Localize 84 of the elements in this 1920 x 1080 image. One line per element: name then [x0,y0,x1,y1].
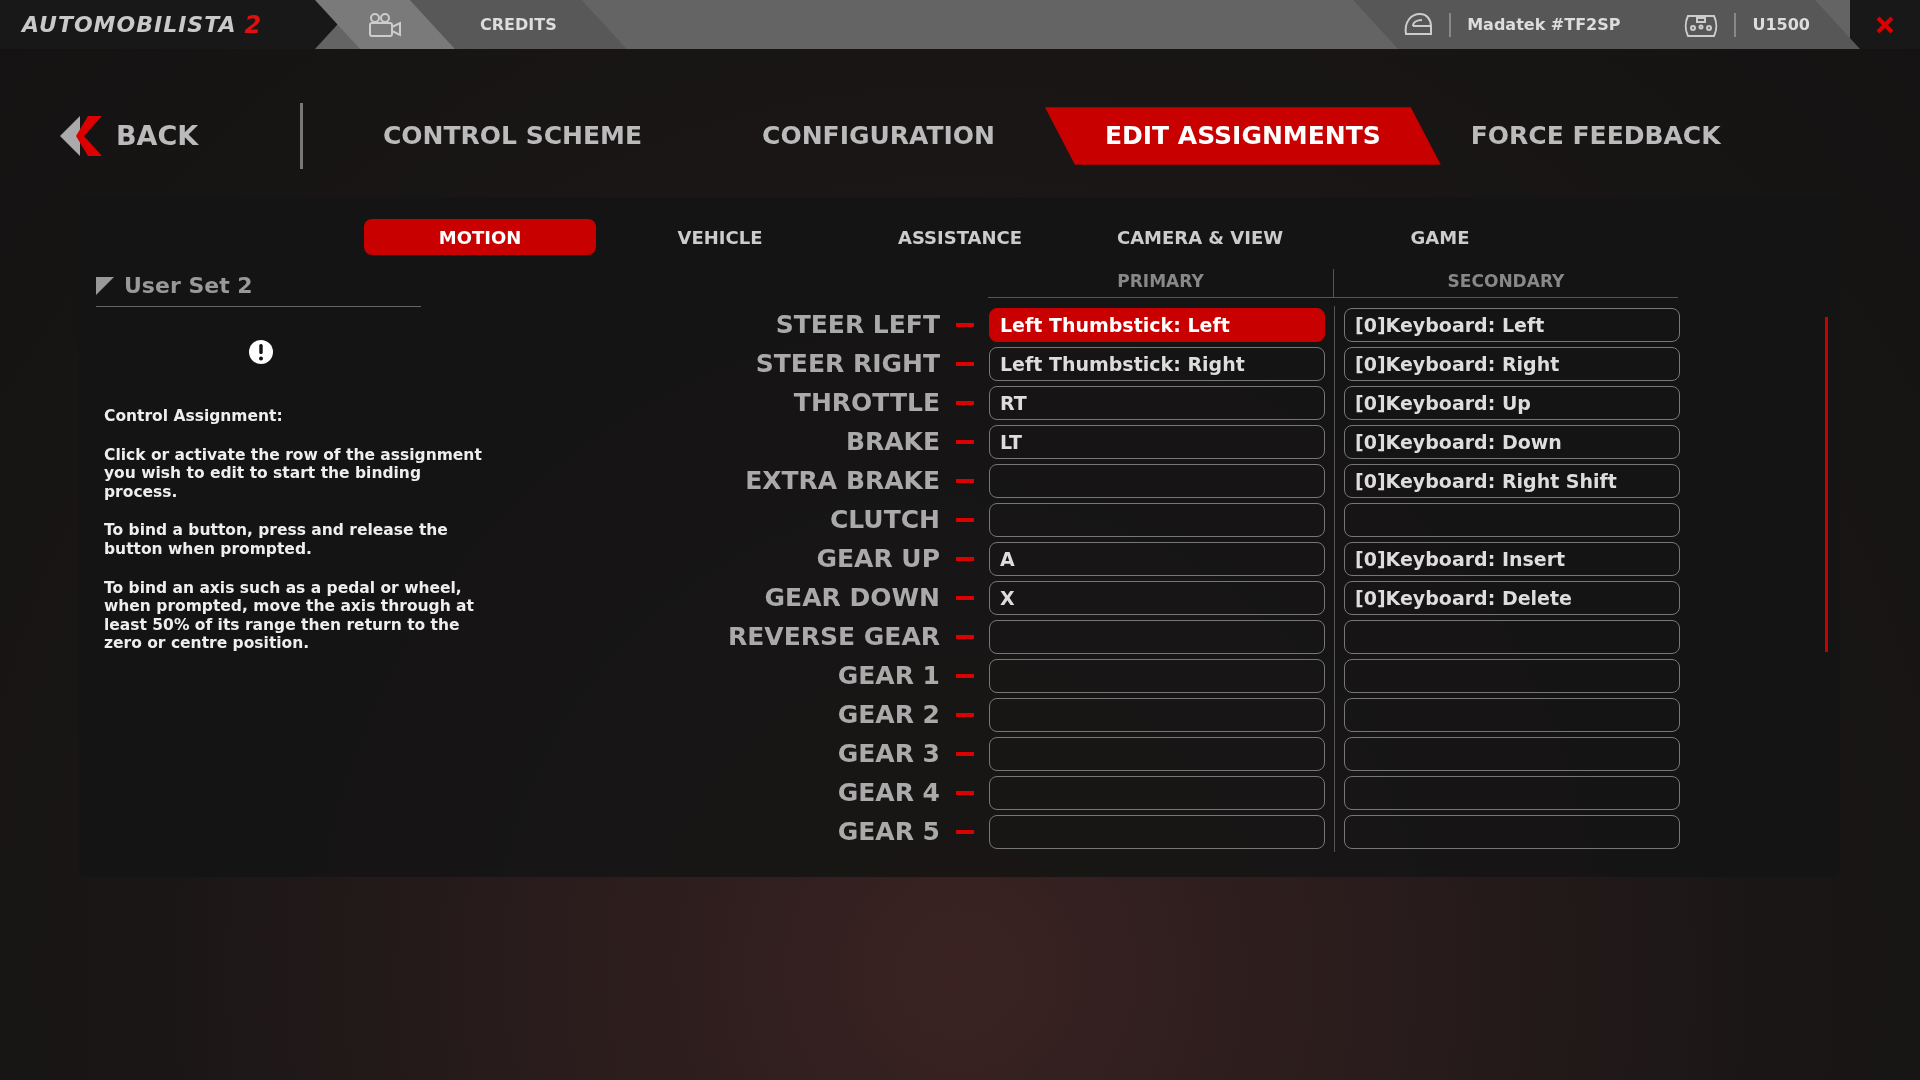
action-label: STEER LEFT [774,309,940,342]
credits-button[interactable]: CREDITS [480,12,557,37]
helmet-icon [1403,11,1434,38]
warning-icon [248,339,274,365]
dash-mark [956,752,974,756]
dash-mark [956,323,974,327]
column-header: SECONDARY [1333,269,1678,297]
binding-field[interactable] [1344,737,1680,771]
controller-name: U1500 [1752,13,1810,36]
binding-field[interactable] [989,815,1325,849]
action-label: GEAR 3 [836,738,940,771]
tab[interactable]: EDIT ASSIGNMENTS [1044,107,1441,165]
dash-mark [956,596,974,600]
help-paragraph: Click or activate the row of the assignment you wish to edit to start the binding process. [104,445,483,502]
action-label: GEAR 5 [836,816,940,849]
binding-field[interactable]: LT [989,425,1325,459]
binding-field[interactable] [989,698,1325,732]
help-paragraph: To bind an axis such as a pedal or wheel, when prompted, move the axis through at least 50% of its range then return to the zero or centre position. [104,578,475,653]
dash-mark [956,401,974,405]
dash-mark [956,791,974,795]
binding-field[interactable]: RT [989,386,1325,420]
binding-field[interactable] [1344,620,1680,654]
binding-field[interactable]: Left Thumbstick: Left [989,308,1325,342]
sub-tab[interactable]: GAME [1324,219,1556,255]
binding-field[interactable] [989,620,1325,654]
binding-field[interactable]: A [989,542,1325,576]
dash-mark [956,674,974,678]
scrollbar[interactable] [1825,317,1828,652]
binding-field[interactable] [1344,659,1680,693]
action-label: GEAR DOWN [763,582,940,615]
dash-mark [956,479,974,483]
action-label: GEAR 2 [836,699,940,732]
binding-field[interactable] [989,659,1325,693]
user-set-dropdown[interactable]: User Set 2 [96,269,421,307]
binding-field[interactable] [1344,503,1680,537]
dash-mark [956,440,974,444]
binding-field[interactable] [989,776,1325,810]
sub-tab[interactable]: CAMERA & VIEW [1084,219,1316,255]
dash-mark [956,518,974,522]
binding-field[interactable]: [0]Keyboard: Left [1344,308,1680,342]
action-label: THROTTLE [792,387,940,420]
action-label: STEER RIGHT [754,348,940,381]
binding-field[interactable] [989,464,1325,498]
action-label: GEAR UP [815,543,940,576]
binding-field[interactable]: [0]Keyboard: Right [1344,347,1680,381]
binding-field[interactable] [989,737,1325,771]
tab[interactable]: CONFIGURATION [732,107,1025,165]
action-label: GEAR 1 [836,660,940,693]
binding-field[interactable]: [0]Keyboard: Insert [1344,542,1680,576]
binding-field[interactable] [1344,815,1680,849]
action-label: REVERSE GEAR [727,621,940,654]
binding-field[interactable]: [0]Keyboard: Delete [1344,581,1680,615]
binding-field[interactable] [1344,776,1680,810]
driver-name: Madatek #TF2SP [1467,13,1621,36]
binding-field[interactable]: [0]Keyboard: Up [1344,386,1680,420]
dash-mark [956,557,974,561]
help-title: Control Assignment: [104,407,284,426]
corner-icon [96,276,114,295]
action-label: GEAR 4 [836,777,940,810]
logo-text: AUTOMOBILISTA [22,11,237,39]
sub-tab[interactable]: ASSISTANCE [844,219,1076,255]
sub-tab[interactable]: MOTION [364,219,596,255]
sub-tab[interactable]: VEHICLE [604,219,836,255]
action-label: EXTRA BRAKE [744,465,940,498]
dash-mark [956,362,974,366]
tab[interactable]: FORCE FEEDBACK [1440,107,1751,165]
close-icon[interactable] [1875,14,1895,35]
tab[interactable]: CONTROL SCHEME [353,107,673,165]
binding-field[interactable]: X [989,581,1325,615]
action-label: CLUTCH [829,504,940,537]
column-header: PRIMARY [1116,270,1205,293]
dash-mark [956,635,974,639]
back-button[interactable]: BACK [60,115,300,157]
video-camera-icon[interactable] [368,11,402,38]
dash-mark [956,713,974,717]
action-label: BRAKE [844,426,940,459]
binding-field[interactable] [989,503,1325,537]
dash-mark [956,830,974,834]
help-paragraph: To bind a button, press and release the button when prompted. [104,521,449,559]
binding-field[interactable]: Left Thumbstick: Right [989,347,1325,381]
binding-field[interactable]: [0]Keyboard: Down [1344,425,1680,459]
binding-field[interactable] [1344,698,1680,732]
logo-number: 2 [244,9,262,41]
binding-field[interactable]: [0]Keyboard: Right Shift [1344,464,1680,498]
